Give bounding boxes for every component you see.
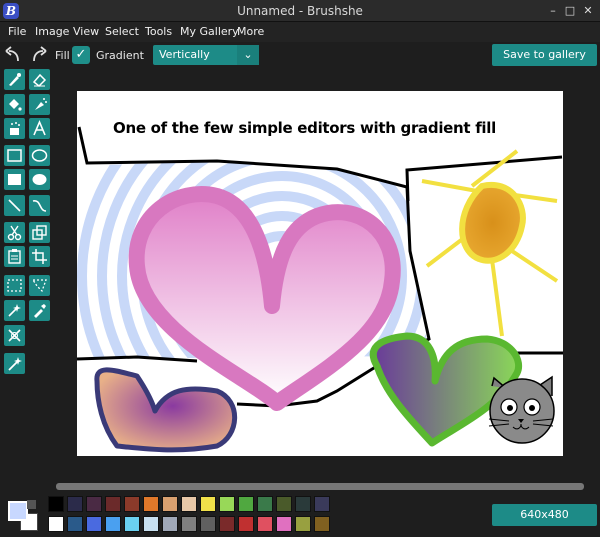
magic-wand-icon[interactable]	[4, 353, 25, 374]
text-icon[interactable]	[29, 118, 50, 139]
color-swatch[interactable]	[219, 516, 235, 532]
swap-colors-icon[interactable]	[27, 500, 36, 509]
color-swatch[interactable]	[48, 496, 64, 512]
menu-image[interactable]: Image	[35, 25, 69, 38]
filled-rectangle-icon[interactable]	[4, 169, 25, 190]
line-icon[interactable]	[4, 195, 25, 216]
menu-more[interactable]: More	[237, 25, 264, 38]
sun	[421, 149, 559, 337]
color-swatch[interactable]	[314, 496, 330, 512]
color-swatch[interactable]	[295, 516, 311, 532]
color-swatch[interactable]	[276, 496, 292, 512]
color-swatch[interactable]	[200, 496, 216, 512]
gradient-direction-select[interactable]: Vertically ⌄	[153, 45, 259, 65]
cat-face	[488, 375, 555, 444]
canvas-drawing	[77, 126, 563, 453]
menu-file[interactable]: File	[8, 25, 26, 38]
brush-icon[interactable]	[4, 69, 25, 90]
horizontal-scrollbar[interactable]	[56, 483, 584, 490]
eraser-icon[interactable]	[29, 69, 50, 90]
close-icon[interactable]: ✕	[580, 3, 596, 19]
effects-icon[interactable]	[4, 300, 25, 321]
color-swatch[interactable]	[314, 516, 330, 532]
color-swatch[interactable]	[200, 516, 216, 532]
window-title: Unnamed - Brushshe	[237, 4, 363, 18]
color-swatch[interactable]	[162, 496, 178, 512]
filled-oval-icon[interactable]	[29, 169, 50, 190]
save-to-gallery-button[interactable]: Save to gallery	[492, 44, 597, 66]
color-swatch[interactable]	[48, 516, 64, 532]
canvas-size-button[interactable]: 640x480	[492, 504, 597, 526]
color-swatch[interactable]	[67, 496, 83, 512]
title-bar: B Unnamed - Brushshe – □ ✕	[0, 0, 600, 22]
rectangle-icon[interactable]	[4, 145, 25, 166]
pink-heart	[128, 186, 401, 411]
chevron-down-icon: ⌄	[237, 45, 259, 65]
redo-icon[interactable]	[30, 46, 48, 64]
color-swatch[interactable]	[219, 496, 235, 512]
minimize-icon[interactable]: –	[545, 3, 561, 19]
color-swatch[interactable]	[124, 496, 140, 512]
gradient-checkbox[interactable]: ✓	[72, 46, 90, 64]
paste-icon[interactable]	[4, 246, 25, 267]
color-swatch[interactable]	[276, 516, 292, 532]
color-swatch[interactable]	[67, 516, 83, 532]
color-swatch[interactable]	[238, 516, 254, 532]
curve-icon[interactable]	[29, 195, 50, 216]
color-swatch[interactable]	[105, 516, 121, 532]
color-swatch[interactable]	[295, 496, 311, 512]
menu-view[interactable]: View	[73, 25, 99, 38]
color-swatch[interactable]	[238, 496, 254, 512]
color-swatch[interactable]	[181, 496, 197, 512]
scissors-icon[interactable]	[4, 222, 25, 243]
eyedropper-icon[interactable]	[29, 300, 50, 321]
undo-icon[interactable]	[4, 46, 22, 64]
crop-icon[interactable]	[29, 246, 50, 267]
menu-my-gallery[interactable]: My Gallery	[180, 25, 239, 38]
color-swatch[interactable]	[181, 516, 197, 532]
spray-icon[interactable]	[29, 94, 50, 115]
color-swatch[interactable]	[162, 516, 178, 532]
color-swatch[interactable]	[143, 516, 159, 532]
color-swatch[interactable]	[86, 496, 102, 512]
color-swatch[interactable]	[257, 516, 273, 532]
gradient-label: Gradient	[96, 49, 144, 62]
noise-icon[interactable]	[4, 118, 25, 139]
canvas-text: One of the few simple editors with gradi…	[113, 119, 496, 137]
color-swatch[interactable]	[257, 496, 273, 512]
color-swatch[interactable]	[143, 496, 159, 512]
fill-bucket-icon[interactable]	[4, 94, 25, 115]
gradient-direction-value: Vertically	[159, 48, 210, 61]
color-swatch[interactable]	[124, 516, 140, 532]
select-lasso-icon[interactable]	[29, 275, 50, 296]
maximize-icon[interactable]: □	[562, 3, 578, 19]
foreground-color[interactable]	[8, 501, 28, 521]
oval-icon[interactable]	[29, 145, 50, 166]
fill-label: Fill	[55, 49, 70, 62]
tan-heart	[94, 367, 238, 453]
drawing-canvas[interactable]: One of the few simple editors with gradi…	[77, 91, 563, 456]
menu-tools[interactable]: Tools	[145, 25, 172, 38]
menu-bar: File Image View Select Tools My Gallery …	[0, 22, 600, 42]
remove-white-icon[interactable]	[4, 325, 25, 346]
menu-select[interactable]: Select	[105, 25, 139, 38]
copy-icon[interactable]	[29, 222, 50, 243]
color-swatch[interactable]	[105, 496, 121, 512]
select-rect-icon[interactable]	[4, 275, 25, 296]
color-swatch[interactable]	[86, 516, 102, 532]
